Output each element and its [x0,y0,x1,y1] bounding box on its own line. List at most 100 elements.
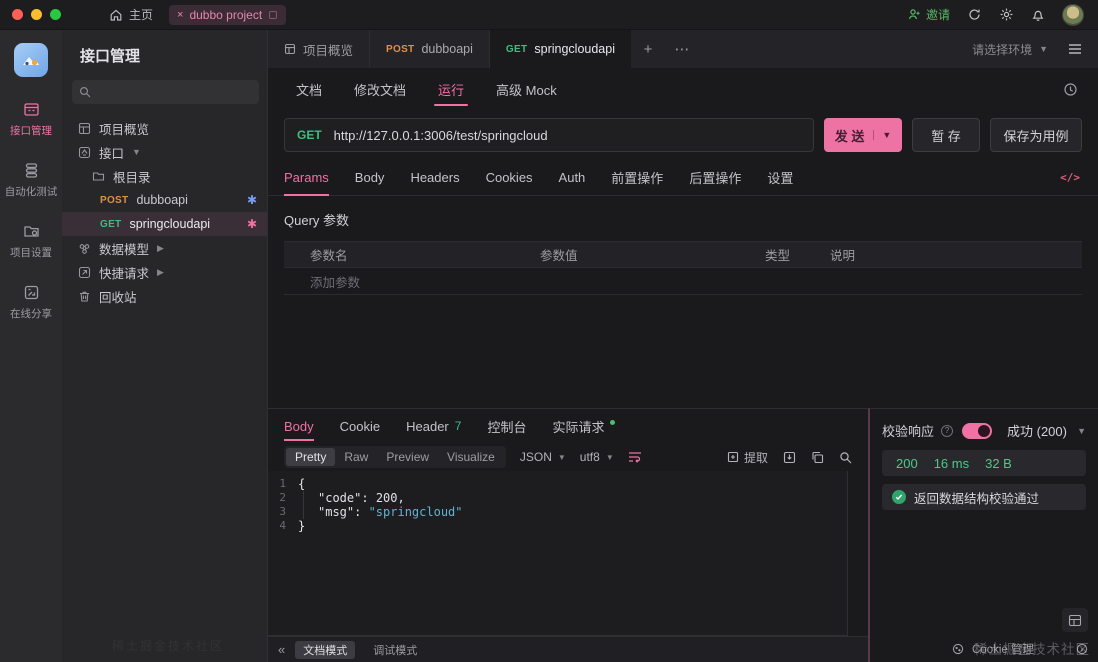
user-avatar[interactable] [1062,4,1084,26]
window-zoom-button[interactable] [50,9,61,20]
rail-item-api-manage[interactable]: 接口管理 [10,101,52,138]
project-settings-icon [23,223,40,240]
tree-item-root-folder[interactable]: 根目录 [62,164,267,188]
tab-headers[interactable]: Headers [410,160,459,195]
tree-item-quick-request[interactable]: 快捷请求 ▶ [62,260,267,284]
subtab-mock[interactable]: 高级 Mock [496,68,557,110]
chevron-down-icon[interactable]: ▼ [132,147,141,157]
doc-mode-button[interactable]: 文档模式 [295,641,355,659]
chevron-down-icon: ▼ [1039,44,1048,54]
line-number: 4 [268,519,298,533]
more-tabs-button[interactable]: ⋯ [665,30,699,68]
rail-item-automation[interactable]: 自动化测试 [5,162,58,199]
subtab-label: 高级 Mock [496,80,557,99]
response-tab-actual-request[interactable]: 实际请求 [552,409,615,443]
response-body-editor[interactable]: 1 { 2 "code": 200, 3 "msg": "springcloud… [268,471,848,636]
subtab-edit[interactable]: 修改文档 [354,68,406,110]
search-field[interactable] [97,85,252,99]
format-select[interactable]: JSON▼ [520,450,566,464]
invite-button[interactable]: 邀请 [908,6,950,23]
subtab-doc[interactable]: 文档 [296,68,322,110]
collapse-icon[interactable]: « [278,642,285,657]
copy-icon[interactable] [811,451,824,464]
stash-button[interactable]: 暂 存 [912,118,980,152]
validate-toggle[interactable] [962,423,992,439]
close-icon[interactable]: × [177,9,183,21]
search-input[interactable] [72,80,259,104]
method-badge: GET [100,219,121,230]
tab-body[interactable]: Body [355,160,385,195]
tab-auth[interactable]: Auth [559,160,586,195]
tab-params[interactable]: Params [284,160,329,195]
mode-pretty[interactable]: Pretty [286,448,335,466]
search-response-icon[interactable] [839,451,852,464]
tree-item-models[interactable]: 数据模型 ▶ [62,236,267,260]
tree-item-api-group[interactable]: 接口 ▼ [62,140,267,164]
cookie-manage-label: Cookie 管理 [972,641,1034,657]
tab-overview[interactable]: 项目概览 [268,30,370,68]
chevron-down-icon[interactable]: ▼ [1077,426,1086,436]
lower-split: Body Cookie Header 7 控制台 实际请求 Pretty [268,408,1098,662]
debug-mode-button[interactable]: 调试模式 [365,641,425,659]
response-tab-body[interactable]: Body [284,409,314,443]
chevron-right-icon[interactable]: ▶ [157,267,164,278]
history-clock-icon[interactable] [1063,82,1078,97]
tab-dubboapi[interactable]: POST dubboapi [370,30,490,68]
layout-switch-icon[interactable] [1062,608,1088,632]
rail-item-share[interactable]: 在线分享 [10,284,52,321]
window-minimize-button[interactable] [31,9,42,20]
info-icon[interactable] [1076,643,1088,655]
subtab-run[interactable]: 运行 [438,68,464,110]
bell-icon[interactable] [1031,8,1045,22]
response-tab-header[interactable]: Header 7 [406,409,461,443]
main-area: 项目概览 POST dubboapi GET springcloudapi + … [268,30,1098,662]
tree-item-trash[interactable]: 回收站 [62,284,267,308]
encoding-select[interactable]: utf8▼ [580,450,614,464]
app-logo[interactable] [14,43,48,77]
tree-item-label: 快捷请求 [99,263,149,282]
response-tabs: Body Cookie Header 7 控制台 实际请求 [268,409,868,443]
tab-post-ops[interactable]: 后置操作 [689,160,741,195]
environment-select[interactable]: 请选择环境 ▼ [972,30,1058,68]
add-param-row[interactable]: 添加参数 [284,268,1082,294]
home-tab[interactable]: 主页 [109,6,153,23]
send-label: 发 送 [835,126,865,145]
save-response-icon[interactable] [783,451,796,464]
response-metrics[interactable]: 200 16 ms 32 B [882,450,1086,476]
rail-item-project-settings[interactable]: 项目设置 [10,223,52,260]
subtab-label: 文档 [296,80,322,99]
send-options-caret[interactable]: ▼ [873,130,891,140]
save-as-case-button[interactable]: 保存为用例 [990,118,1082,152]
status-dot [610,420,615,425]
cookie-manage-button[interactable]: Cookie 管理 [952,641,1088,657]
response-tab-console[interactable]: 控制台 [487,409,526,443]
help-icon[interactable]: ? [941,425,953,437]
url-input[interactable] [334,128,801,143]
tab-springcloudapi[interactable]: GET springcloudapi [490,30,631,68]
sync-icon[interactable] [967,7,982,22]
word-wrap-icon[interactable] [628,451,642,463]
mode-raw[interactable]: Raw [335,448,377,466]
query-params-table: 参数名 参数值 类型 说明 添加参数 [284,241,1082,295]
project-tab[interactable]: × dubbo project [169,5,286,25]
send-button[interactable]: 发 送 ▼ [824,118,902,152]
tab-cookies[interactable]: Cookies [486,160,533,195]
request-method[interactable]: GET [297,128,322,142]
chevron-right-icon[interactable]: ▶ [157,243,164,254]
new-tab-button[interactable]: + [631,30,665,68]
mode-visualize[interactable]: Visualize [438,448,504,466]
menu-icon[interactable] [1058,30,1092,68]
code-view-icon[interactable]: </> [1060,171,1080,184]
tab-settings[interactable]: 设置 [767,160,793,195]
mode-preview[interactable]: Preview [377,448,438,466]
extract-button[interactable]: 提取 [727,449,768,466]
url-input-box[interactable]: GET [284,118,814,152]
tree-item-dubboapi[interactable]: POST dubboapi ✱ [62,188,267,212]
gear-icon[interactable] [999,7,1014,22]
tree-item-overview[interactable]: 项目概览 [62,116,267,140]
response-tab-cookie[interactable]: Cookie [340,409,380,443]
json-sep: : [354,505,368,519]
tab-pre-ops[interactable]: 前置操作 [611,160,663,195]
window-close-button[interactable] [12,9,23,20]
tree-item-springcloudapi[interactable]: GET springcloudapi ✱ [62,212,267,236]
